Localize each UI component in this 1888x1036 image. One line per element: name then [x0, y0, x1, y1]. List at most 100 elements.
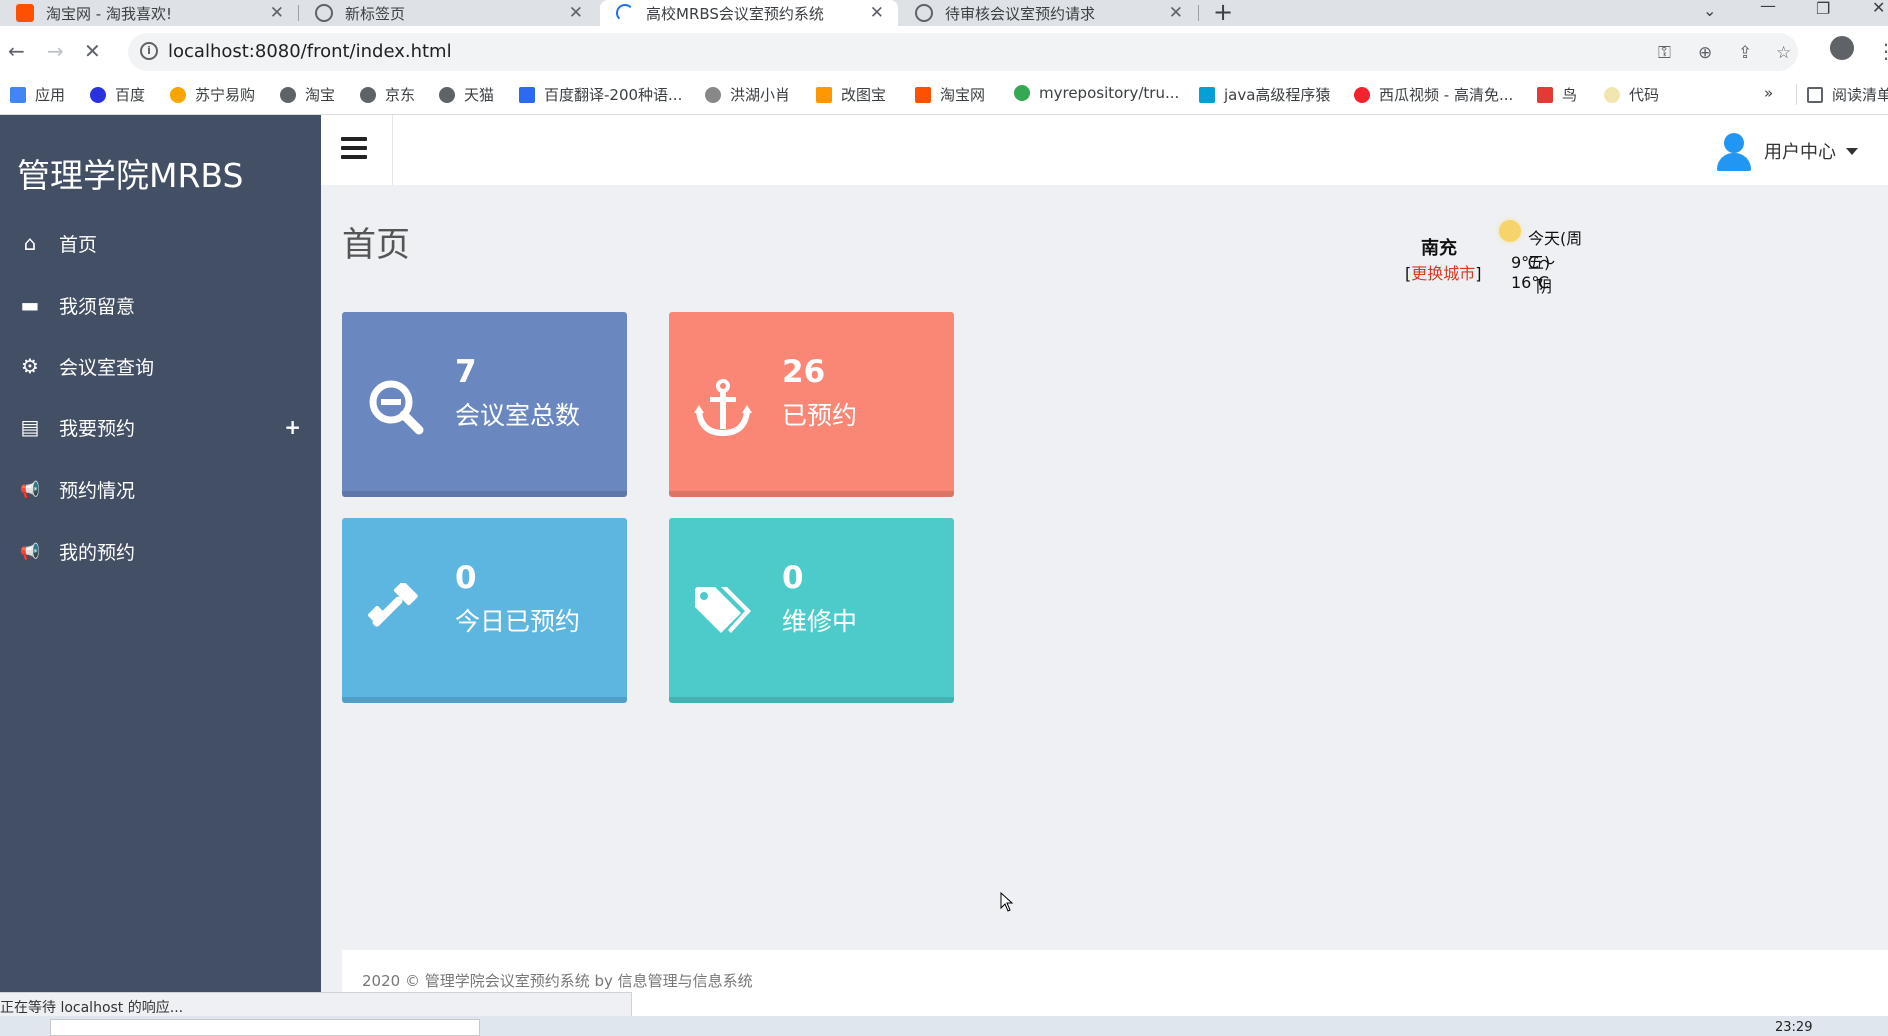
back-icon[interactable]: ←: [8, 39, 25, 63]
gaitubao-icon: [816, 86, 832, 103]
tab-search-icon[interactable]: ⌄: [1703, 1, 1716, 20]
sidebar-item-label: 首页: [59, 233, 98, 256]
reading-list[interactable]: 阅读清单: [1796, 84, 1888, 105]
app-root: 管理学院MRBS ⌂ 首页 ▬ 我须留意 ⚙ 会议室查询 ▤ 我要预约 + 📢 …: [0, 115, 1888, 992]
sidebar-item-room-query[interactable]: ⚙ 会议室查询: [0, 336, 321, 396]
share-icon[interactable]: ⇪: [1738, 43, 1752, 63]
taskbar-search-box[interactable]: [50, 1019, 480, 1036]
bookmark-item[interactable]: 洪湖小肖: [705, 84, 790, 105]
sidebar-item-label: 我要预约: [59, 417, 136, 440]
bookmark-star-icon[interactable]: ☆: [1776, 43, 1791, 63]
browser-menu-icon[interactable]: ⋮: [1876, 39, 1888, 63]
forward-icon[interactable]: →: [47, 39, 64, 63]
close-tab-icon[interactable]: ✕: [870, 3, 884, 23]
browser-tab[interactable]: 待审核会议室预约请求 ✕: [900, 0, 1197, 26]
bookmark-item[interactable]: 应用: [10, 84, 65, 105]
chrome-icon: [1014, 85, 1030, 101]
browser-tab[interactable]: 新标签页 ✕: [299, 0, 597, 26]
mouse-cursor-icon: [1000, 892, 1014, 912]
site-info-icon[interactable]: i: [140, 42, 158, 60]
apps-grid-icon: [10, 86, 26, 103]
close-tab-icon[interactable]: ✕: [569, 3, 583, 23]
anchor-icon: [694, 379, 752, 437]
sidebar-item-reservation-status[interactable]: 📢 预约情况: [0, 459, 321, 519]
globe-favicon-icon: [315, 4, 333, 22]
sidebar-item-label: 我的预约: [59, 541, 136, 564]
main-content: 首页 南充 [更换城市] 今天(周五) 9℃～16℃ 阴 7 会议室总数 26 …: [321, 185, 1888, 992]
sidebar-item-notice[interactable]: ▬ 我须留意: [0, 275, 321, 335]
bookmark-item[interactable]: 百度翻译-200种语...: [519, 84, 682, 105]
bookmarks-more-icon[interactable]: »: [1764, 84, 1773, 102]
bookmark-item[interactable]: 西瓜视频 - 高清免...: [1354, 84, 1513, 105]
home-icon: ⌂: [23, 231, 37, 255]
file-icon: ▤: [20, 415, 40, 439]
top-navbar: 用户中心: [321, 115, 1888, 185]
footer-text: 2020 © 管理学院会议室预约系统 by 信息管理与信息系统: [362, 972, 753, 990]
menu-toggle-icon[interactable]: [341, 137, 367, 159]
stat-label: 已预约: [782, 401, 858, 430]
close-tab-icon[interactable]: ✕: [270, 3, 284, 23]
minimize-icon[interactable]: —: [1760, 0, 1776, 15]
globe-icon: [439, 86, 455, 103]
weather-widget: 南充 [更换城市] 今天(周五) 9℃～16℃ 阴: [1351, 220, 1591, 310]
bookmark-item[interactable]: myrepository/tru...: [1014, 84, 1179, 102]
bookmark-item[interactable]: 百度: [90, 84, 145, 105]
bookmark-item[interactable]: 改图宝: [816, 84, 886, 105]
user-center-dropdown[interactable]: 用户中心: [1714, 131, 1858, 171]
bullhorn-icon: 📢: [20, 541, 40, 561]
browser-tab[interactable]: 淘宝网 - 淘我喜欢! ✕: [0, 0, 298, 26]
profile-avatar-icon[interactable]: [1830, 36, 1854, 60]
user-center-label: 用户中心: [1764, 142, 1836, 163]
restore-icon[interactable]: ❐: [1816, 0, 1830, 18]
bookmark-item[interactable]: java高级程序猿: [1199, 84, 1330, 105]
sidebar-item-home[interactable]: ⌂ 首页: [0, 213, 321, 273]
key-icon[interactable]: ⚿: [1658, 43, 1671, 63]
stat-card-today-reserved[interactable]: 0 今日已预约: [342, 518, 627, 703]
new-tab-icon[interactable]: +: [1213, 0, 1233, 26]
url-text[interactable]: localhost:8080/front/index.html: [168, 41, 452, 62]
stat-card-total-rooms[interactable]: 7 会议室总数: [342, 312, 627, 497]
baidu-translate-icon: [519, 86, 535, 103]
xigua-video-icon: [1354, 86, 1370, 103]
gears-icon: ⚙: [21, 354, 39, 378]
stat-card-reserved[interactable]: 26 已预约: [669, 312, 954, 497]
browser-tab-active[interactable]: 高校MRBS会议室预约系统 ✕: [600, 0, 898, 26]
bookmark-item[interactable]: 鸟: [1537, 84, 1577, 105]
sidebar-item-my-reservations[interactable]: 📢 我的预约: [0, 521, 321, 581]
gavel-icon: [368, 583, 418, 627]
bookmarks-bar: 应用 百度 苏宁易购 淘宝 京东 天猫 百度翻译-200种语... 洪湖小肖 改…: [0, 78, 1888, 115]
taskbar-clock[interactable]: 23:29: [1775, 1020, 1812, 1035]
stat-value: 0: [455, 560, 477, 596]
stat-label: 维修中: [782, 607, 858, 636]
sidebar-item-make-reservation[interactable]: ▤ 我要预约 +: [0, 397, 321, 457]
expand-plus-icon[interactable]: +: [284, 415, 301, 439]
reading-list-icon: [1807, 86, 1823, 103]
bookmark-item[interactable]: 苏宁易购: [170, 84, 255, 105]
stop-loading-icon[interactable]: ✕: [84, 39, 101, 63]
page-footer: 2020 © 管理学院会议室预约系统 by 信息管理与信息系统: [342, 950, 1888, 992]
bullhorn-icon: 📢: [20, 479, 40, 499]
close-tab-icon[interactable]: ✕: [1169, 3, 1183, 23]
page-title: 首页: [342, 225, 410, 265]
stat-value: 26: [782, 354, 826, 390]
bird-icon: [1537, 86, 1553, 103]
change-city-wrapper: [更换城市]: [1405, 264, 1482, 283]
loading-spinner-icon: [616, 4, 634, 22]
address-bar[interactable]: i localhost:8080/front/index.html ⚿ ⊕ ⇪ …: [128, 33, 1798, 71]
brand-title[interactable]: 管理学院MRBS: [17, 149, 243, 197]
sidebar-item-label: 会议室查询: [59, 356, 155, 379]
taobao-favicon-icon: [16, 4, 34, 22]
bookmark-item[interactable]: 天猫: [439, 84, 494, 105]
bookmark-item[interactable]: 淘宝网: [915, 84, 985, 105]
search-minus-icon: [369, 380, 424, 435]
change-city-link[interactable]: 更换城市: [1411, 264, 1475, 283]
zoom-icon[interactable]: ⊕: [1698, 43, 1712, 63]
bookmark-item[interactable]: 代码: [1604, 84, 1659, 105]
stat-label: 今日已预约: [455, 607, 581, 636]
bookmark-item[interactable]: 淘宝: [280, 84, 335, 105]
close-window-icon[interactable]: ✕: [1872, 0, 1885, 17]
stat-card-maintenance[interactable]: 0 维修中: [669, 518, 954, 703]
tab-title: 新标签页: [345, 4, 406, 23]
bookmark-item[interactable]: 京东: [360, 84, 415, 105]
os-taskbar: 23:29: [0, 1016, 1888, 1036]
